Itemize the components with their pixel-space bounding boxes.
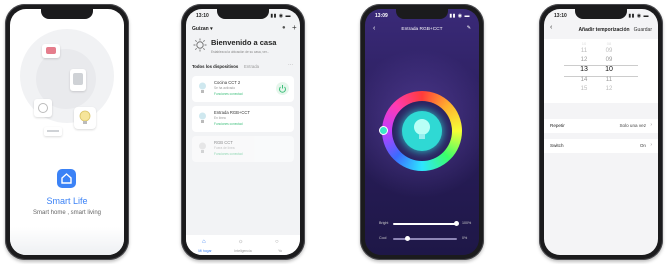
splash-screen: Smart Life Smart home , smart living [10,9,124,255]
device-title: Entrada RGB+CCT [401,27,443,32]
phone-add-timer: 13:10 ▮▮ ◉ ▬ ‹ Añadir temporización Guar… [539,4,663,260]
minute-selected[interactable]: 10 [602,66,616,73]
device-icon-ac [44,127,62,136]
repeat-row[interactable]: Repetir Solo una vez › [544,119,658,133]
weather-sun-icon [193,38,207,52]
device-icon-plug [34,99,52,117]
device-icon-bulb [74,107,96,129]
bulb-icon [199,112,206,123]
home-selector[interactable]: Guizan ▾ [192,26,213,32]
device-status: Fuera de línea [214,146,235,150]
profile-tab-icon[interactable]: ○ [275,239,279,245]
decor-skyline [10,227,124,255]
power-toggle-icon[interactable] [276,82,289,95]
phone-light-control: 13:09 ▮▮ ◉ ▬ ‹ Entrada RGB+CCT ✎ Bright … [360,4,484,260]
tab-smart[interactable]: Inteligencia [225,249,261,253]
device-card[interactable]: RGB CCT Fuera de línea Funciones conecta… [192,136,294,162]
minute-top: 08 [606,41,612,46]
chevron-right-icon: › [650,142,652,148]
device-function: Funciones conectad [214,152,243,156]
cool-label: Cool [379,236,387,240]
tab-me[interactable]: Yo [262,249,298,253]
hour-option[interactable]: 14 [577,77,591,83]
switch-value: On [639,143,646,148]
status-icons: ▮▮ ◉ ▬ [449,13,470,19]
switch-row[interactable]: Switch On › [544,139,658,153]
chevron-down-icon: ▾ [210,26,213,32]
color-picker-handle[interactable] [379,126,388,135]
bulb-icon [199,142,206,153]
welcome-title: Bienvenido a casa [211,38,277,47]
tab-all-devices[interactable]: Todos los dispositivos [192,64,238,69]
hour-option[interactable]: 12 [577,57,591,63]
hour-option[interactable]: 15 [577,86,591,92]
phone-notch [575,9,627,19]
color-wheel[interactable] [379,91,462,171]
minute-option[interactable]: 09 [602,57,616,63]
app-name: Smart Life [46,196,88,206]
tab-my-home[interactable]: Mi hogar [187,249,223,253]
more-icon[interactable]: ··· [288,62,293,68]
repeat-label: Repetir [550,123,565,128]
phone-home-devices: 13:10 ▮▮ ◉ ▬ Guizan ▾ ● + Bienvenido a c… [181,4,305,260]
device-icon-cooker [42,44,60,58]
hour-selected[interactable]: 13 [577,66,591,73]
minute-option[interactable]: 12 [602,86,616,92]
status-time: 13:09 [375,13,388,19]
phone-notch [41,9,93,19]
device-status: Se ha activado [214,86,236,90]
cool-slider-track[interactable] [393,238,457,240]
user-name: Guizan [192,26,209,32]
status-time: 13:10 [554,13,567,19]
hour-top: 10 [581,41,587,46]
switch-label: Switch [550,143,564,148]
home-screen: 13:10 ▮▮ ◉ ▬ Guizan ▾ ● + Bienvenido a c… [186,9,300,255]
time-picker[interactable]: 10 08 11 09 12 09 13 10 14 11 15 12 [544,39,658,103]
device-card[interactable]: Cocina CCT 2 Se ha activado Funciones co… [192,76,294,102]
cool-slider-handle[interactable] [405,236,410,241]
status-time: 13:10 [196,13,209,19]
add-icon[interactable]: + [292,23,297,32]
light-control-screen: 13:09 ▮▮ ◉ ▬ ‹ Entrada RGB+CCT ✎ Bright … [365,9,479,255]
minute-option[interactable]: 11 [602,77,616,83]
bright-slider-handle[interactable] [454,221,459,226]
cool-value: 0% [462,236,468,240]
location-hint[interactable]: Establezca la ubicación de su casa, ver.… [211,50,269,54]
phone-smart-life-splash: Smart Life Smart home , smart living [5,4,129,260]
app-tagline: Smart home , smart living [32,210,102,216]
phone-notch [217,9,269,19]
chevron-right-icon: › [650,122,652,128]
timer-screen: 13:10 ▮▮ ◉ ▬ ‹ Añadir temporización Guar… [544,9,658,255]
mic-icon[interactable]: ● [282,25,286,31]
bulb-icon [199,82,206,93]
bulb-preview-icon [412,118,432,144]
edit-icon[interactable]: ✎ [467,25,471,31]
selection-band [564,65,638,77]
status-icons: ▮▮ ◉ ▬ [270,13,291,19]
home-tab-icon[interactable]: ⌂ [202,239,206,245]
minute-option[interactable]: 09 [602,48,616,54]
device-card[interactable]: Entrada RGB+CCT En línea Funciones conec… [192,106,294,132]
device-status: En línea [214,116,226,120]
hour-option[interactable]: 11 [577,48,591,54]
smart-tab-icon[interactable]: ☼ [238,239,244,245]
device-name: Entrada RGB+CCT [214,110,250,115]
device-name: RGB CCT [214,140,233,145]
bright-slider-track[interactable] [393,223,457,225]
app-logo-icon [57,169,76,188]
device-icon-socket [70,69,86,91]
device-function: Funciones conectad [214,122,243,126]
repeat-value: Solo una vez [619,123,646,128]
status-icons: ▮▮ ◉ ▬ [628,13,649,19]
phone-notch [396,9,448,19]
device-name: Cocina CCT 2 [214,80,241,85]
bright-label: Bright [379,221,389,225]
bright-value: 100% [462,221,472,225]
tab-entrada[interactable]: Entrada [244,64,259,69]
device-function: Funciones conectad [214,92,243,96]
save-button[interactable]: Guardar [634,27,652,33]
